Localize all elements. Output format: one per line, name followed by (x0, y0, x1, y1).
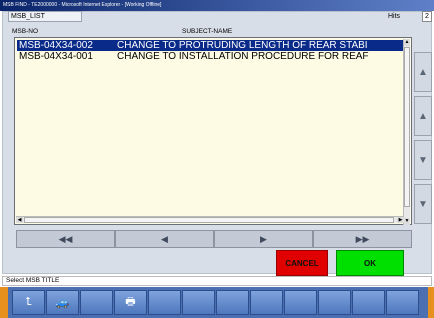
triangle-down-icon: ▼ (418, 198, 428, 210)
page-down-button[interactable]: ▼ (414, 184, 432, 224)
msb-list[interactable]: MSB-04X34-002 CHANGE TO PROTRUDING LENGT… (14, 37, 412, 225)
list-title: MSB_LIST (8, 11, 82, 22)
previous-button[interactable]: ◀ (115, 230, 214, 248)
line-up-button[interactable]: ▲ (414, 96, 432, 136)
toolbar-slot[interactable] (182, 290, 215, 315)
list-item-msb-no: MSB-04X34-001 (19, 51, 93, 62)
line-down-button[interactable]: ▼ (414, 140, 432, 180)
scroll-left-arrow-icon[interactable]: ◀ (16, 217, 23, 223)
scroll-right-arrow-icon[interactable]: ▶ (397, 217, 404, 223)
first-page-button[interactable]: ◀◀ (16, 230, 115, 248)
double-left-arrow-icon: ◀◀ (58, 233, 73, 244)
window-title-bar: MSB FIND - TE2000000 - Microsoft Interne… (0, 0, 434, 11)
triangle-up-icon: ▲ (418, 66, 428, 78)
triangle-up-icon: ▲ (418, 110, 428, 122)
cancel-button[interactable]: CANCEL (276, 250, 328, 276)
toolbar-slot[interactable] (386, 290, 419, 315)
page-navigation-bar: ◀◀ ◀ ▶ ▶▶ (16, 230, 412, 248)
next-button[interactable]: ▶ (214, 230, 313, 248)
scroll-down-arrow-icon[interactable]: ▼ (404, 218, 410, 225)
page-up-button[interactable]: ▲ (414, 52, 432, 92)
hits-label: Hits (388, 13, 401, 20)
double-right-arrow-icon: ▶▶ (355, 233, 370, 244)
left-arrow-icon: ◀ (161, 233, 168, 244)
last-page-button[interactable]: ▶▶ (313, 230, 412, 248)
horizontal-scroll-thumb[interactable] (24, 217, 394, 223)
back-button[interactable]: ⮤ (12, 290, 45, 315)
list-item[interactable]: MSB-04X34-002 CHANGE TO PROTRUDING LENGT… (17, 40, 406, 51)
blank-button-3[interactable] (80, 290, 113, 315)
triangle-down-icon: ▼ (418, 154, 428, 166)
right-arrow-icon: ▶ (260, 233, 267, 244)
printer-icon: 🖶 (125, 296, 136, 308)
hits-count: 2 (422, 11, 432, 22)
vertical-scrollbar[interactable]: ▲ ▼ (403, 39, 410, 225)
print-button[interactable]: 🖶 (114, 290, 147, 315)
list-item-msb-no: MSB-04X34-002 (19, 40, 93, 51)
column-header-subject: SUBJECT-NAME (182, 28, 233, 35)
toolbar-slot[interactable] (216, 290, 249, 315)
toolbar-right-edge (428, 287, 434, 318)
toolbar-slot[interactable] (250, 290, 283, 315)
toolbar-slot[interactable] (148, 290, 181, 315)
return-arrow-icon: ⮤ (25, 296, 32, 308)
list-item-subject: CHANGE TO PROTRUDING LENGTH OF REAR STAB… (117, 40, 368, 51)
car-icon: 🚙 (55, 297, 70, 309)
column-header-msb-no: MSB-NO (12, 28, 38, 35)
toolbar-slot[interactable] (284, 290, 317, 315)
window-title: MSB FIND - TE2000000 - Microsoft Interne… (3, 2, 162, 8)
toolbar-left-edge (0, 287, 8, 318)
scroll-up-arrow-icon[interactable]: ▲ (404, 39, 410, 46)
bottom-toolbar: ⮤ 🚙 🖶 (0, 287, 434, 318)
vertical-scroll-thumb[interactable] (404, 47, 410, 207)
ok-button[interactable]: OK (336, 250, 404, 276)
status-bar: Select MSB TITLE (2, 276, 432, 286)
toolbar-slot[interactable] (352, 290, 385, 315)
toolbar-slot[interactable] (318, 290, 351, 315)
vehicle-button[interactable]: 🚙 (46, 290, 79, 315)
horizontal-scrollbar[interactable]: ◀ ▶ (16, 216, 404, 223)
list-item-subject: CHANGE TO INSTALLATION PROCEDURE FOR REA… (117, 51, 369, 62)
list-item[interactable]: MSB-04X34-001 CHANGE TO INSTALLATION PRO… (17, 51, 406, 62)
